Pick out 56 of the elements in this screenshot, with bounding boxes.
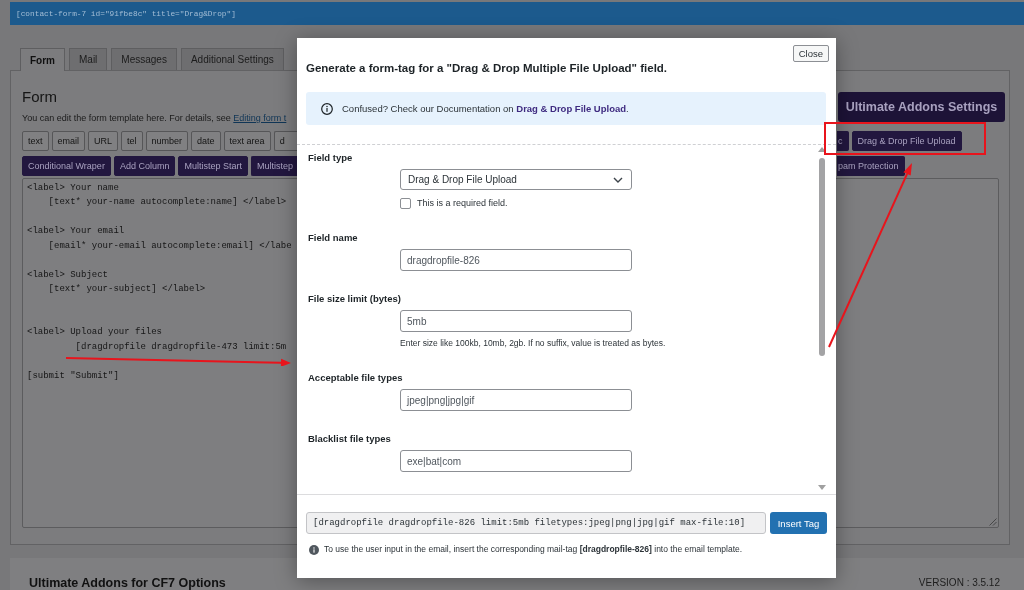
panel-heading: Form <box>22 88 57 106</box>
field-label: Acceptable file types <box>308 371 403 384</box>
text-input[interactable]: 5mb <box>400 310 632 332</box>
text-input[interactable]: dragdropfile-826 <box>400 249 632 271</box>
dialog-title: Generate a form-tag for a "Drag & Drop Multiple File Upload" field. <box>306 61 668 76</box>
scroll-up-icon[interactable] <box>818 147 826 152</box>
settings-button[interactable]: Ultimate Addons Settings <box>838 92 1005 122</box>
tag-button[interactable]: Drag & Drop File Upload <box>851 131 962 151</box>
info-icon <box>321 102 333 115</box>
code-line: <label> Upload your files <box>27 326 163 340</box>
tab[interactable]: Form <box>20 48 65 71</box>
info-icon <box>309 544 319 555</box>
code-line: [dragdropfile dragdropfile-473 limit:5m <box>75 340 287 354</box>
field-label: Field type <box>308 151 353 164</box>
tag-button[interactable]: d <box>273 131 297 151</box>
chevron-down-icon <box>613 176 623 183</box>
field-type-select[interactable]: Drag & Drop File Upload <box>400 169 632 190</box>
code-line: <label> Subject <box>27 268 108 282</box>
code-line: <label> Your name <box>27 182 119 195</box>
tag-button[interactable]: text area <box>223 131 271 151</box>
tag-button[interactable]: c <box>837 131 849 151</box>
tag-button[interactable]: text <box>22 131 49 151</box>
mail-tag-note: To use the user input in the email, insert the corresponding mail-tag [dragdropfile-826] into the email template. <box>324 543 743 556</box>
resize-grip-icon <box>989 518 997 526</box>
field-label: File size limit (bytes) <box>308 292 401 305</box>
code-line: <label> Your email <box>27 225 125 239</box>
options-title: Ultimate Addons for CF7 Options <box>29 576 226 590</box>
panel-description: You can edit the form template here. For details, see Editing form t <box>22 112 287 124</box>
field-label: Blacklist file types <box>308 432 391 445</box>
close-button[interactable]: Close <box>792 45 829 62</box>
tag-button[interactable]: tel <box>121 131 143 151</box>
version-text: VERSION : 3.5.12 <box>918 576 1000 590</box>
code-line: [email* your-email autocomplete:email] </labe <box>48 239 292 253</box>
tag-button[interactable]: URL <box>88 131 119 151</box>
tag-output-field[interactable]: [dragdropfile dragdropfile-826 limit:5mb filetypes:jpeg|png|jpg|gif max-file:10] <box>306 512 766 534</box>
tag-button[interactable]: Conditional Wraper <box>22 156 111 176</box>
tag-button[interactable]: Multistep <box>250 156 297 176</box>
scrollbar-thumb[interactable] <box>819 158 825 356</box>
code-line: [submit "Submit"] <box>27 369 119 383</box>
field-hint: Enter size like 100kb, 10mb, 2gb. If no suffix, value is treated as bytes. <box>400 337 666 350</box>
code-line: [text* your-subject] </label> <box>48 283 206 297</box>
field-label: Field name <box>308 231 358 244</box>
tag-button[interactable]: Multistep Start <box>178 156 248 176</box>
notice-text: Confused? Check our Documentation on Drag & Drop File Upload. <box>342 103 629 114</box>
tag-button[interactable]: email <box>51 131 86 151</box>
text-input[interactable]: exe|bat|com <box>400 450 632 472</box>
code-line: [text* your-name autocomplete:name] </label> <box>48 196 287 210</box>
required-checkbox[interactable] <box>400 197 411 209</box>
tag-button[interactable]: Add Column <box>113 156 176 176</box>
tag-button[interactable]: date <box>191 131 221 151</box>
scroll-down-icon[interactable] <box>818 485 826 490</box>
tag-button[interactable]: number <box>145 131 189 151</box>
checkbox-label: This is a required field. <box>417 198 508 208</box>
text-input[interactable]: jpeg|png|jpg|gif <box>400 389 632 411</box>
tag-button[interactable]: pam Protection <box>837 156 905 176</box>
insert-tag-button[interactable]: Insert Tag <box>770 512 827 534</box>
